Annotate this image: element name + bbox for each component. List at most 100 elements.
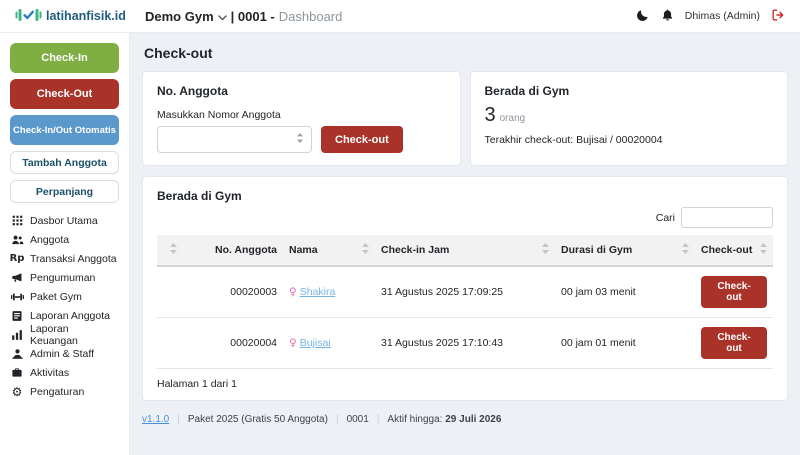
users-icon [10,234,24,246]
checkin-button[interactable]: Check-In [10,43,119,73]
sidebar-item-pengumuman[interactable]: Pengumuman [10,268,119,287]
checkin-time-cell: 31 Agustus 2025 17:10:43 [375,318,555,369]
active-until-date: 29 Juli 2026 [445,414,501,425]
sort-icon [542,243,549,257]
sort-icon [362,243,369,257]
sort-icon [760,243,767,257]
report-icon [10,310,24,322]
logout-icon [771,8,785,25]
sidebar-item-pengaturan[interactable]: ⚙ Pengaturan [10,382,119,401]
version-link[interactable]: v1.1.0 [142,414,169,425]
sidebar-item-transaksi-anggota[interactable]: Rp Transaksi Anggota [10,249,119,268]
briefcase-icon [10,367,24,378]
column-header-durasi[interactable]: Durasi di Gym [555,235,695,266]
chevron-down-icon[interactable] [218,9,227,24]
logo-text: latihanfisik.id [46,9,126,23]
in-gym-unit: orang [500,113,526,124]
sidebar-item-label: Laporan Keuangan [30,323,119,347]
logout-button[interactable] [771,8,785,25]
last-checkout-text: Terakhir check-out: Bujisai / 00020004 [485,134,774,146]
member-name-link[interactable]: Bujisai [300,337,331,349]
footer-separator: | [177,414,180,425]
megaphone-icon [10,272,24,283]
column-header-nama[interactable]: Nama [283,235,375,266]
in-gym-table: No. Anggota Nama Check-in Jam Durasi di … [157,235,773,369]
brand-logo[interactable]: latihanfisik.id [0,7,130,26]
rupiah-icon: Rp [10,254,24,264]
page-header-title: Demo Gym | 0001 - Dashboard [145,9,342,24]
add-member-button[interactable]: Tambah Anggota [10,151,119,174]
spinner-arrows-icon [296,132,304,147]
active-until-text: Aktif hingga: 29 Juli 2026 [387,414,501,425]
in-gym-title: Berada di Gym [485,84,774,98]
auto-checkinout-button[interactable]: Check-In/Out Otomatis [10,115,119,145]
gear-icon: ⚙ [10,386,24,398]
footer-separator: | [336,414,339,425]
sidebar-item-laporan-keuangan[interactable]: Laporan Keuangan [10,325,119,344]
column-header-checkin-jam[interactable]: Check-in Jam [375,235,555,266]
row-checkout-button[interactable]: Check-out [701,327,767,359]
current-page-name: Dashboard [279,9,343,24]
sidebar-item-aktivitas[interactable]: Aktivitas [10,363,119,382]
table-header-row: No. Anggota Nama Check-in Jam Durasi di … [157,235,773,266]
topbar: latihanfisik.id Demo Gym | 0001 - Dashbo… [0,0,800,33]
member-number-cell: 00020004 [183,318,283,369]
sidebar: Check-In Check-Out Check-In/Out Otomatis… [0,33,130,455]
member-number-select[interactable] [157,126,312,153]
column-header-sort[interactable] [157,235,183,266]
bell-icon [661,8,674,25]
gym-name[interactable]: Demo Gym [145,9,214,24]
sidebar-item-admin-staff[interactable]: Admin & Staff [10,344,119,363]
grid-icon [10,215,24,226]
sidebar-item-anggota[interactable]: Anggota [10,230,119,249]
member-number-label: Masukkan Nomor Anggota [157,109,446,121]
member-number-cell: 00020003 [183,266,283,318]
table-row: 00020003 ♀Shakira 31 Agustus 2025 17:09:… [157,266,773,318]
notifications-button[interactable] [661,8,674,25]
sidebar-item-label: Aktivitas [30,367,69,379]
sidebar-item-label: Paket Gym [30,291,82,303]
female-icon: ♀ [289,286,297,298]
pagination-text: Halaman 1 dari 1 [157,378,773,390]
in-gym-summary-card: Berada di Gym 3 orang Terakhir check-out… [470,71,789,166]
sidebar-item-label: Dasbor Utama [30,215,98,227]
sidebar-item-label: Laporan Anggota [30,310,110,322]
dumbbell-icon [10,292,24,302]
sidebar-item-label: Pengumuman [30,272,95,284]
finance-chart-icon [10,329,24,341]
sidebar-item-dasbor-utama[interactable]: Dasbor Utama [10,211,119,230]
table-row: 00020004 ♀Bujisai 31 Agustus 2025 17:10:… [157,318,773,369]
sidebar-item-label: Transaksi Anggota [30,253,117,265]
dark-mode-toggle[interactable] [636,8,650,25]
row-checkout-button[interactable]: Check-out [701,276,767,308]
column-header-no-anggota[interactable]: No. Anggota [183,235,283,266]
checkout-button[interactable]: Check-Out [10,79,119,109]
sidebar-item-paket-gym[interactable]: Paket Gym [10,287,119,306]
table-search-input[interactable] [681,207,773,228]
footer-separator: | [377,414,380,425]
column-header-checkout[interactable]: Check-out [695,235,773,266]
checkin-time-cell: 31 Agustus 2025 17:09:25 [375,266,555,318]
main-content: Check-out No. Anggota Masukkan Nomor Ang… [130,33,800,455]
sort-icon [682,243,689,257]
app-window: latihanfisik.id Demo Gym | 0001 - Dashbo… [0,0,800,455]
sidebar-item-label: Anggota [30,234,69,246]
plan-text: Paket 2025 (Gratis 50 Anggota) [188,414,328,425]
topbar-actions: Dhimas (Admin) [636,8,800,25]
in-gym-table-card: Berada di Gym Cari No. Anggota [142,176,788,401]
page-title: Check-out [144,45,788,61]
dumbbell-check-logo-icon [15,7,42,26]
moon-icon [636,8,650,25]
table-title: Berada di Gym [157,189,773,203]
gym-code: | 0001 - [231,9,275,24]
admin-users-icon [10,348,24,360]
sort-icon [170,243,177,257]
checkout-submit-button[interactable]: Check-out [321,126,403,153]
user-name[interactable]: Dhimas (Admin) [685,10,760,22]
member-name-link[interactable]: Shakira [300,286,336,298]
duration-cell: 00 jam 01 menit [555,318,695,369]
gym-id-text: 0001 [347,414,369,425]
sidebar-menu: Dasbor Utama Anggota Rp Transaks [10,211,119,401]
extend-button[interactable]: Perpanjang [10,180,119,203]
sidebar-item-label: Pengaturan [30,386,84,398]
